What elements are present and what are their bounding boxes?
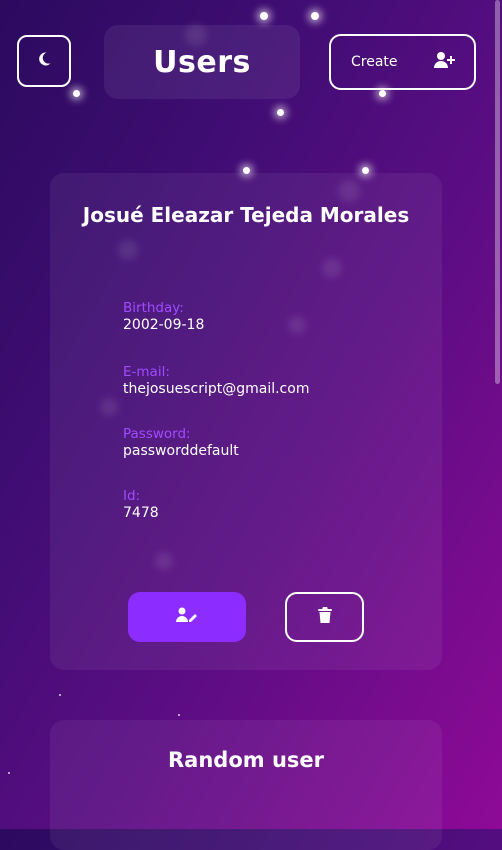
email-label: E-mail: [123,364,170,380]
user-plus-icon [434,51,456,73]
sparkle [178,714,180,716]
create-button-label: Create [351,54,398,70]
glow-dot [311,12,319,20]
user-name: Josué Eleazar Tejeda Morales [82,203,410,227]
trash-icon [317,607,332,627]
glow-dot [73,90,80,97]
page-title-box: Users [104,25,300,99]
random-user-title: Random user [168,748,324,772]
user-card: Josué Eleazar Tejeda Morales Birthday: 2… [50,173,442,670]
email-value: thejosuescript@gmail.com [123,381,310,397]
birthday-value: 2002-09-18 [123,317,205,333]
password-value: passworddefault [123,443,239,459]
theme-toggle-button[interactable] [17,35,71,87]
email-field: E-mail: thejosuescript@gmail.com [123,364,309,398]
edit-user-button[interactable] [128,592,246,642]
glow-dot [379,90,386,97]
birthday-label: Birthday: [123,300,184,316]
delete-user-button[interactable] [285,592,364,642]
user-edit-icon [176,607,198,627]
id-field: Id: 7478 [123,488,159,522]
password-label: Password: [123,426,191,442]
sparkle [59,694,61,696]
glow-dot [277,109,284,116]
moon-icon [36,51,52,71]
create-user-button[interactable]: Create [329,34,476,90]
password-field: Password: passworddefault [123,426,239,460]
glow-dot [260,12,268,20]
birthday-field: Birthday: 2002-09-18 [123,300,204,334]
scrollbar-thumb[interactable] [495,0,500,384]
random-user-card: Random user [50,720,442,850]
sparkle [8,772,10,774]
id-value: 7478 [123,505,159,521]
id-label: Id: [123,488,141,504]
page-title: Users [153,44,251,80]
